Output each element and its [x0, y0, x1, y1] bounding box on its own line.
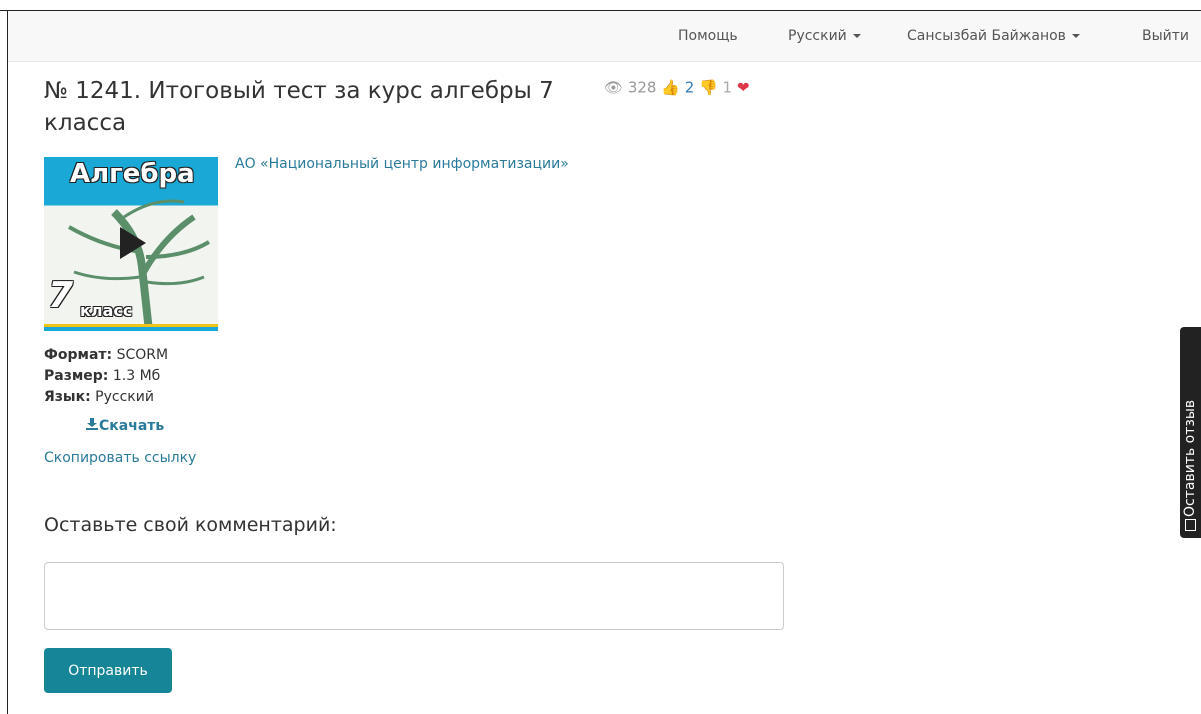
language-label: Язык: — [44, 389, 91, 405]
views-count: 328 — [627, 78, 657, 97]
nav-user-label: Сансызбай Байжанов — [907, 28, 1066, 44]
nav-logout-link[interactable]: Выйти — [1142, 28, 1189, 44]
page-title: № 1241. Итоговый тест за курс алгебры 7 … — [44, 78, 554, 136]
download-link[interactable]: Скачать — [85, 417, 164, 434]
resource-meta: Формат: SCORM Размер: 1.3 Мб Язык: Русск… — [44, 345, 168, 408]
language-value: Русский — [95, 389, 154, 405]
document-icon — [1185, 519, 1196, 531]
top-navbar: Помощь Русский Сансызбай Байжанов Выйти — [8, 11, 1201, 62]
format-label: Формат: — [44, 347, 113, 363]
chevron-down-icon — [1071, 34, 1080, 38]
nav-help-link[interactable]: Помощь — [678, 28, 738, 44]
likes-count: 2 — [684, 78, 695, 97]
size-row: Размер: 1.3 Мб — [44, 366, 168, 387]
thumbnail-title: Алгебра — [70, 159, 195, 189]
submit-button[interactable]: Отправить — [44, 648, 172, 693]
download-label: Скачать — [99, 418, 165, 434]
chevron-down-icon — [852, 34, 861, 38]
thumbs-up-icon[interactable]: 👍 — [661, 79, 680, 97]
format-row: Формат: SCORM — [44, 345, 168, 366]
feedback-tab[interactable]: Оставить отзыв — [1180, 327, 1201, 538]
format-value: SCORM — [116, 347, 169, 363]
heart-icon[interactable]: ❤ — [737, 79, 750, 97]
size-value: 1.3 Мб — [112, 368, 161, 384]
feedback-tab-label: Оставить отзыв — [1182, 399, 1198, 517]
window-border-left — [7, 10, 8, 714]
provider-link[interactable]: АО «Национальный центр информатизации» — [235, 156, 569, 172]
size-label: Размер: — [44, 368, 109, 384]
dislikes-count: 1 — [722, 78, 733, 97]
thumbnail-stripe-blue — [44, 327, 218, 331]
comment-textarea[interactable] — [44, 562, 784, 630]
language-row: Язык: Русский — [44, 387, 168, 408]
resource-thumbnail[interactable]: Алгебра 7 класс — [44, 157, 218, 331]
thumbs-down-icon[interactable]: 👎 — [699, 79, 718, 97]
nav-language-label: Русский — [788, 28, 847, 44]
download-icon — [86, 418, 98, 430]
nav-user-dropdown[interactable]: Сансызбай Байжанов — [907, 28, 1080, 44]
nav-language-dropdown[interactable]: Русский — [788, 28, 861, 44]
comment-heading: Оставьте свой комментарий: — [44, 514, 337, 536]
eye-icon: 👁 — [604, 78, 624, 97]
play-icon[interactable] — [120, 227, 146, 259]
thumbnail-grade-word: класс — [80, 301, 133, 320]
resource-stats: 👁 328 👍 2 👎 1 ❤ — [604, 78, 749, 97]
thumbnail-grade-number: 7 — [48, 275, 74, 316]
copy-link[interactable]: Скопировать ссылку — [44, 450, 196, 466]
